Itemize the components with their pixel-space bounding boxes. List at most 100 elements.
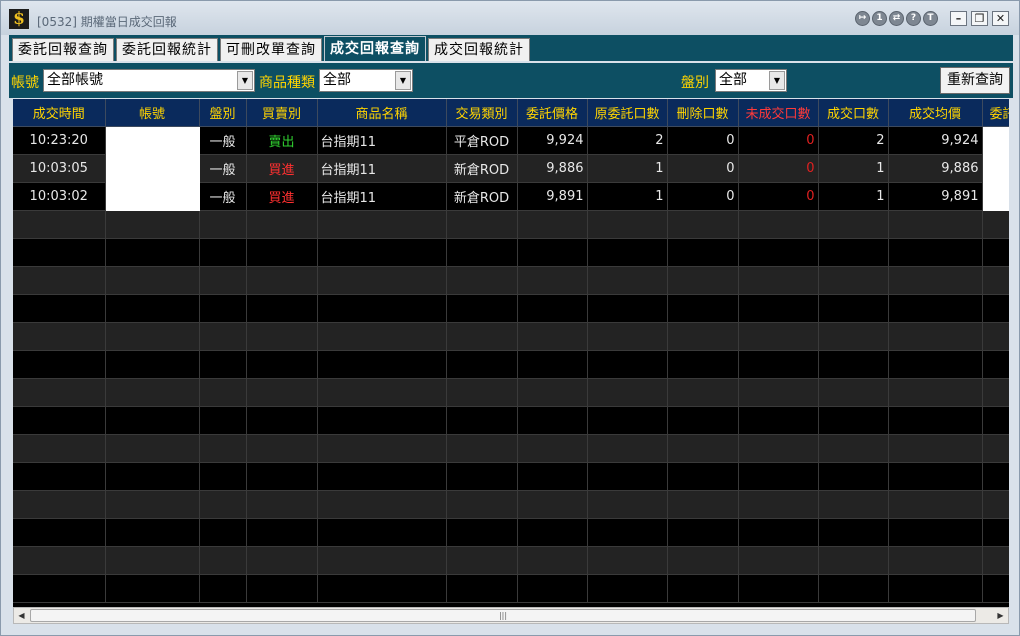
- col-header[interactable]: 委託價格: [517, 99, 588, 127]
- empty-cell: [738, 406, 819, 435]
- empty-cell: [818, 574, 889, 603]
- table-row[interactable]: 10:23:20 一般 賣出 台指期11 平倉ROD 9,924 2 0 0 2 9,924: [13, 126, 1009, 155]
- col-header[interactable]: 委託: [982, 99, 1009, 127]
- empty-cell: [587, 378, 668, 407]
- cell-product: 台指期11: [317, 182, 447, 211]
- link-icon[interactable]: ↦: [855, 11, 870, 26]
- tab-trade-report-query[interactable]: 成交回報查詢: [324, 36, 426, 61]
- empty-cell: [199, 490, 247, 519]
- cell-trade-type: 新倉ROD: [446, 154, 518, 183]
- empty-cell: [246, 490, 318, 519]
- empty-cell: [587, 490, 668, 519]
- account-select[interactable]: 全部帳號 ▼: [43, 69, 255, 92]
- col-header[interactable]: 商品名稱: [317, 99, 447, 127]
- empty-cell: [199, 210, 247, 239]
- col-header[interactable]: 買賣別: [246, 99, 318, 127]
- empty-cell: [517, 518, 588, 547]
- empty-cell: [246, 378, 318, 407]
- cell-account: [105, 182, 200, 211]
- empty-cell: [888, 434, 983, 463]
- empty-cell: [199, 546, 247, 575]
- empty-cell: [888, 378, 983, 407]
- table-row[interactable]: 10:03:02 一般 買進 台指期11 新倉ROD 9,891 1 0 0 1 9,891: [13, 182, 1009, 211]
- empty-cell: [317, 378, 447, 407]
- empty-cell: [517, 406, 588, 435]
- empty-cell: [587, 210, 668, 239]
- empty-cell: [818, 210, 889, 239]
- horizontal-scrollbar[interactable]: ◀ ||| ▶: [13, 607, 1009, 624]
- topmost-icon[interactable]: T: [923, 11, 938, 26]
- empty-cell: [13, 322, 106, 351]
- empty-cell: [738, 238, 819, 267]
- table-row[interactable]: 10:03:05 一般 買進 台指期11 新倉ROD 9,886 1 0 0 1 9,886: [13, 154, 1009, 183]
- empty-cell: [587, 406, 668, 435]
- col-header[interactable]: 成交口數: [818, 99, 889, 127]
- empty-cell: [667, 350, 739, 379]
- empty-cell: [105, 322, 200, 351]
- empty-cell: [667, 518, 739, 547]
- empty-cell: [446, 238, 518, 267]
- tab-cancel-modify-query[interactable]: 可刪改單查詢: [220, 38, 322, 61]
- product-type-select[interactable]: 全部 ▼: [319, 69, 413, 92]
- col-header[interactable]: 刪除口數: [667, 99, 739, 127]
- empty-row: [13, 490, 1009, 519]
- tab-trade-report-stats[interactable]: 成交回報統計: [428, 38, 530, 61]
- session-select[interactable]: 全部 ▼: [715, 69, 787, 92]
- col-header[interactable]: 成交時間: [13, 99, 106, 127]
- chevron-down-icon[interactable]: ▼: [237, 71, 253, 90]
- empty-cell: [446, 266, 518, 295]
- scroll-right-icon[interactable]: ▶: [993, 608, 1008, 623]
- empty-cell: [199, 462, 247, 491]
- empty-cell: [105, 434, 200, 463]
- empty-cell: [818, 350, 889, 379]
- empty-cell: [246, 210, 318, 239]
- session-select-value: 全部: [719, 72, 747, 88]
- tab-order-report-query[interactable]: 委託回報查詢: [12, 38, 114, 61]
- col-header[interactable]: 盤別: [199, 99, 247, 127]
- empty-cell: [105, 574, 200, 603]
- swap-icon[interactable]: ⇄: [889, 11, 904, 26]
- empty-cell: [888, 490, 983, 519]
- chevron-down-icon[interactable]: ▼: [769, 71, 785, 90]
- empty-cell: [517, 210, 588, 239]
- close-button[interactable]: ✕: [992, 11, 1009, 26]
- empty-cell: [13, 266, 106, 295]
- cell-account: [105, 126, 200, 155]
- col-header[interactable]: 未成交口數: [738, 99, 819, 127]
- col-header[interactable]: 成交均價: [888, 99, 983, 127]
- cell-del-qty: 0: [667, 126, 739, 155]
- empty-row: [13, 406, 1009, 435]
- window-title: [0532] 期權當日成交回報: [37, 15, 177, 29]
- empty-row: [13, 350, 1009, 379]
- empty-cell: [317, 210, 447, 239]
- empty-cell: [446, 518, 518, 547]
- trade-report-grid: 成交時間 帳號 盤別 買賣別 商品名稱 交易類別 委託價格 原委託口數 刪除口數…: [13, 99, 1009, 607]
- requery-button[interactable]: 重新查詢: [940, 67, 1010, 94]
- empty-row: [13, 294, 1009, 323]
- cell-unfilled: 0: [738, 126, 819, 155]
- col-header[interactable]: 原委託口數: [587, 99, 668, 127]
- number-one-icon[interactable]: 1: [872, 11, 887, 26]
- cell-unfilled: 0: [738, 182, 819, 211]
- empty-cell: [105, 490, 200, 519]
- empty-cell: [667, 210, 739, 239]
- empty-cell: [587, 462, 668, 491]
- empty-cell: [818, 546, 889, 575]
- col-header[interactable]: 帳號: [105, 99, 200, 127]
- maximize-button[interactable]: ❐: [971, 11, 988, 26]
- help-icon[interactable]: ?: [906, 11, 921, 26]
- col-header[interactable]: 交易類別: [446, 99, 518, 127]
- empty-cell: [587, 546, 668, 575]
- empty-cell: [587, 238, 668, 267]
- cell-avg-price: 9,924: [888, 126, 983, 155]
- tab-order-report-stats[interactable]: 委託回報統計: [116, 38, 218, 61]
- empty-cell: [738, 490, 819, 519]
- empty-cell: [888, 238, 983, 267]
- chevron-down-icon[interactable]: ▼: [395, 71, 411, 90]
- empty-cell: [818, 406, 889, 435]
- scroll-left-icon[interactable]: ◀: [14, 608, 29, 623]
- minimize-button[interactable]: –: [950, 11, 967, 26]
- empty-cell: [446, 294, 518, 323]
- scroll-thumb[interactable]: |||: [30, 609, 976, 622]
- empty-cell: [587, 350, 668, 379]
